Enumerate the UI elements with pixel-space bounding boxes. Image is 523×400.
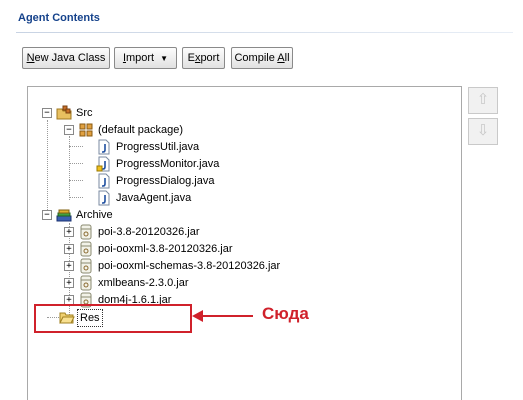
annotation-text: Сюда xyxy=(262,304,309,323)
import-dropdown-button[interactable]: Import ▼ xyxy=(114,47,177,69)
tree-connector xyxy=(69,197,83,198)
dropdown-arrow-icon: ▼ xyxy=(160,54,169,63)
jar-icon xyxy=(80,241,92,257)
expand-icon[interactable]: + xyxy=(64,278,74,288)
java-file-icon xyxy=(98,139,110,155)
java-file-icon xyxy=(98,173,110,189)
tree-connector xyxy=(47,120,48,212)
source-folder-icon xyxy=(56,105,72,120)
compile-all-label: ll xyxy=(284,52,290,64)
tree-node-label: Archive xyxy=(76,209,113,221)
tree-connector xyxy=(69,146,83,147)
archive-icon xyxy=(56,209,72,222)
tree-connector xyxy=(69,180,83,181)
annotation-arrow-line xyxy=(201,315,253,317)
export-label-pre: E xyxy=(187,52,195,64)
expand-icon[interactable]: + xyxy=(64,227,74,237)
jar-icon xyxy=(80,224,92,240)
collapse-icon[interactable]: − xyxy=(64,125,74,135)
jar-icon xyxy=(80,275,92,291)
compile-all-button[interactable]: Compile All xyxy=(231,47,293,69)
export-button[interactable]: Export xyxy=(182,47,225,69)
export-label: port xyxy=(200,52,220,64)
tree-node-java-file[interactable]: JavaAgent.java xyxy=(96,190,226,206)
tree-node-jar[interactable]: + poi-ooxml-3.8-20120326.jar xyxy=(64,241,284,257)
section-title: Agent Contents xyxy=(18,12,100,24)
tree-node-label: poi-3.8-20120326.jar xyxy=(98,226,200,238)
tree-node-java-file[interactable]: ProgressDialog.java xyxy=(96,173,246,189)
compile-all-label-pre: Compile xyxy=(234,52,278,64)
expand-icon[interactable]: + xyxy=(64,244,74,254)
collapse-icon[interactable]: − xyxy=(42,108,52,118)
jar-icon xyxy=(80,258,92,274)
expand-icon[interactable]: + xyxy=(64,261,74,271)
tree-node-label: ProgressMonitor.java xyxy=(116,158,220,170)
tree-node-label: poi-ooxml-schemas-3.8-20120326.jar xyxy=(98,260,281,272)
compile-all-mnemonic: A xyxy=(277,52,285,64)
section-header: Agent Contents xyxy=(16,6,513,33)
new-java-class-mnemonic: N xyxy=(26,52,35,64)
move-up-button[interactable]: ⇧ xyxy=(468,87,498,114)
tree-node-default-package[interactable]: − (default package) xyxy=(64,122,224,138)
agent-contents-tree[interactable]: − Src − (default package) ProgressUtil.j… xyxy=(27,86,462,400)
arrow-down-icon: ⇩ xyxy=(476,122,490,139)
tree-node-label: ProgressUtil.java xyxy=(116,141,200,153)
tree-node-label: Src xyxy=(76,107,93,119)
section-divider xyxy=(16,32,513,33)
new-java-class-button[interactable]: New Java Class xyxy=(22,47,110,69)
tree-node-archive[interactable]: − Archive xyxy=(42,207,162,223)
tree-node-src[interactable]: − Src xyxy=(42,105,162,121)
java-file-icon xyxy=(96,156,110,172)
new-java-class-label: ew Java Class xyxy=(34,52,106,64)
tree-node-java-file[interactable]: ProgressMonitor.java xyxy=(96,156,256,172)
package-icon xyxy=(79,123,93,137)
collapse-icon[interactable]: − xyxy=(42,210,52,220)
annotation-highlight-box xyxy=(34,304,192,333)
tree-node-label: JavaAgent.java xyxy=(116,192,192,204)
import-label: mport xyxy=(126,52,155,64)
tree-node-jar[interactable]: + poi-3.8-20120326.jar xyxy=(64,224,264,240)
move-down-button[interactable]: ⇩ xyxy=(468,118,498,145)
tree-node-java-file[interactable]: ProgressUtil.java xyxy=(96,139,236,155)
tree-node-label: poi-ooxml-3.8-20120326.jar xyxy=(98,243,233,255)
tree-node-jar[interactable]: + poi-ooxml-schemas-3.8-20120326.jar xyxy=(64,258,304,274)
tree-connector xyxy=(69,163,83,164)
tree-node-label: ProgressDialog.java xyxy=(116,175,215,187)
arrow-up-icon: ⇧ xyxy=(476,91,490,108)
java-file-icon xyxy=(98,190,110,206)
tree-node-label: (default package) xyxy=(98,124,183,136)
tree-node-label: xmlbeans-2.3.0.jar xyxy=(98,277,189,289)
tree-node-jar[interactable]: + xmlbeans-2.3.0.jar xyxy=(64,275,244,291)
